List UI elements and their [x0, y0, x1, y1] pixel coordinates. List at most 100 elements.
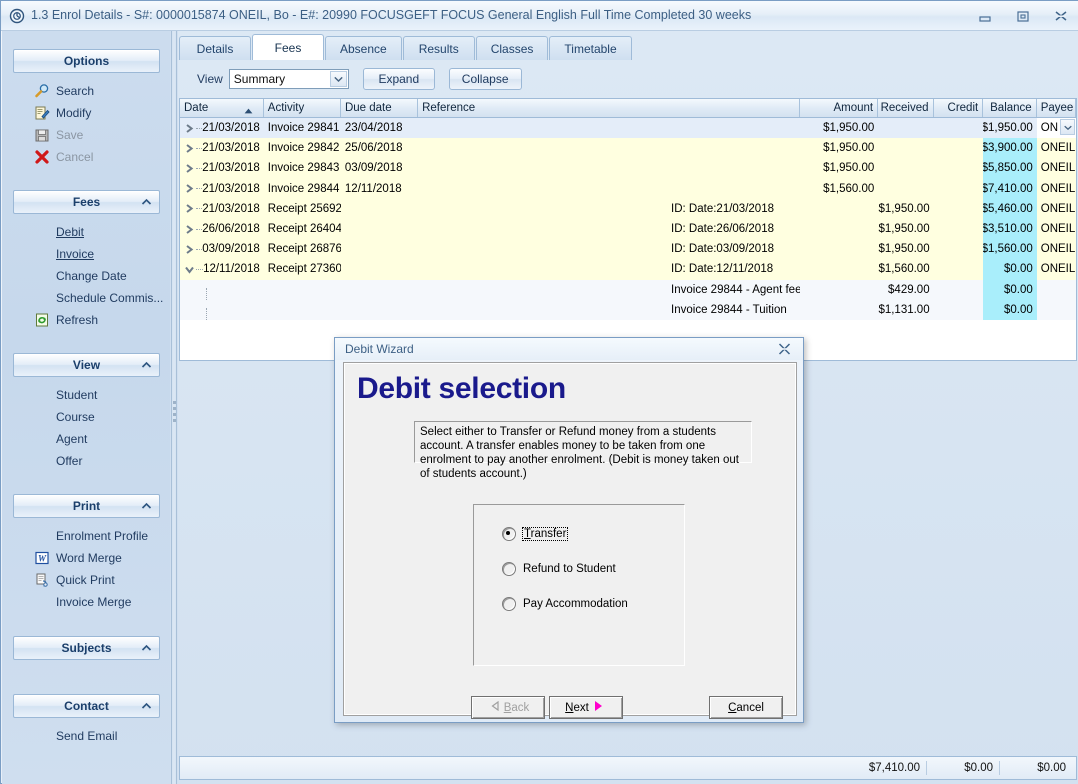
expand-button[interactable]: Expand	[363, 68, 435, 90]
cell-received	[878, 158, 933, 178]
expander-collapsed-icon[interactable]	[184, 204, 195, 213]
sidebar-item-modify[interactable]: Modify	[2, 102, 171, 124]
sidebar-item-invoice[interactable]: Invoice	[2, 243, 171, 265]
sidebar-item-enrolment-profile[interactable]: Enrolment Profile	[2, 525, 171, 547]
expander-collapsed-icon[interactable]	[184, 144, 195, 153]
panel-header-print[interactable]: Print	[13, 494, 160, 518]
sidebar-item-word-merge[interactable]: W Word Merge	[2, 547, 171, 569]
radio-button-indicator[interactable]	[502, 597, 516, 611]
table-row[interactable]: 21/03/2018 Invoice 29842 25/06/2018 $1,9…	[180, 138, 1076, 158]
cell-amount: $1,560.00	[800, 179, 878, 199]
chevron-up-icon[interactable]	[141, 642, 152, 656]
tab-fees[interactable]: Fees	[252, 34, 324, 60]
column-header-received[interactable]: Received	[878, 99, 933, 117]
column-header-date[interactable]: Date	[180, 99, 264, 117]
expander-collapsed-icon[interactable]	[184, 225, 195, 234]
expander-collapsed-icon[interactable]	[184, 245, 195, 254]
table-row[interactable]: 21/03/2018 Invoice 29844 12/11/2018 $1,5…	[180, 179, 1076, 199]
sidebar-item-agent[interactable]: Agent	[2, 428, 171, 450]
fees-grid[interactable]: Date Activity Due date Reference Amount …	[179, 98, 1077, 361]
table-row[interactable]: 26/06/2018 Receipt 26404 ID: Date:26/06/…	[180, 219, 1076, 239]
view-combo[interactable]: Summary	[229, 69, 349, 89]
splitter-line	[171, 31, 172, 784]
minimize-button[interactable]	[977, 9, 993, 23]
table-row[interactable]: Invoice 29844 - Agent fee $429.00 $0.00	[180, 280, 1076, 300]
expander-expanded-icon[interactable]	[184, 265, 195, 274]
cell-text: ID: Date:26/06/2018	[671, 223, 774, 235]
cell-payee[interactable]: ON	[1037, 118, 1076, 138]
panel-header-view[interactable]: View	[13, 353, 160, 377]
chevron-down-icon[interactable]	[1060, 119, 1075, 135]
column-header-amount[interactable]: Amount	[800, 99, 878, 117]
panel-header-contact[interactable]: Contact	[13, 694, 160, 718]
panel-title: Options	[64, 54, 109, 68]
expander-collapsed-icon[interactable]	[184, 164, 195, 173]
radio-button-indicator[interactable]	[502, 527, 516, 541]
splitter-grip[interactable]	[173, 401, 176, 427]
chevron-up-icon[interactable]	[141, 500, 152, 514]
sidebar-item-change-date[interactable]: Change Date	[2, 265, 171, 287]
sidebar-item-label: Cancel	[56, 150, 93, 164]
sidebar-item-search[interactable]: Search	[2, 80, 171, 102]
column-header-activity[interactable]: Activity	[264, 99, 341, 117]
back-button[interactable]: Back	[471, 696, 545, 719]
panel-header-subjects[interactable]: Subjects	[13, 636, 160, 660]
column-header-credit[interactable]: Credit	[934, 99, 984, 117]
maximize-button[interactable]	[1015, 9, 1031, 23]
panel-header-fees[interactable]: Fees	[13, 190, 160, 214]
expander-collapsed-icon[interactable]	[184, 124, 195, 133]
table-row[interactable]: 21/03/2018 Invoice 29841 23/04/2018 $1,9…	[180, 118, 1076, 138]
sidebar-item-cancel[interactable]: Cancel	[2, 146, 171, 168]
sidebar-item-save[interactable]: Save	[2, 124, 171, 146]
table-row[interactable]: 12/11/2018 Receipt 27360 ID: Date:12/11/…	[180, 259, 1076, 279]
chevron-up-icon[interactable]	[141, 700, 152, 714]
sidebar-item-schedule-commission[interactable]: Schedule Commis...	[2, 287, 171, 309]
sidebar-item-course[interactable]: Course	[2, 406, 171, 428]
column-label: Balance	[990, 102, 1032, 114]
tab-results[interactable]: Results	[403, 36, 475, 60]
table-row[interactable]: 21/03/2018 Invoice 29843 03/09/2018 $1,9…	[180, 158, 1076, 178]
column-header-reference[interactable]: Reference	[418, 99, 800, 117]
sidebar-item-send-email[interactable]: Send Email	[2, 725, 171, 747]
view-label: View	[197, 72, 223, 86]
sidebar-item-quick-print[interactable]: Quick Print	[2, 569, 171, 591]
sidebar-item-student[interactable]: Student	[2, 384, 171, 406]
table-row[interactable]: 03/09/2018 Receipt 26876 ID: Date:03/09/…	[180, 239, 1076, 259]
tab-classes[interactable]: Classes	[476, 36, 549, 60]
column-header-balance[interactable]: Balance	[983, 99, 1036, 117]
cell-amount: $1,950.00	[800, 158, 878, 178]
panel-header-options[interactable]: Options	[13, 49, 160, 73]
sidebar-item-invoice-merge[interactable]: Invoice Merge	[2, 591, 171, 613]
cell-received	[878, 118, 933, 138]
close-icon[interactable]	[778, 343, 791, 355]
cell-activity	[264, 280, 341, 300]
chevron-up-icon[interactable]	[141, 359, 152, 373]
table-row[interactable]: Invoice 29844 - Tuition $1,131.00 $0.00	[180, 300, 1076, 320]
chevron-up-icon[interactable]	[141, 55, 152, 69]
radio-transfer[interactable]: Transfer	[502, 527, 567, 541]
column-header-payee[interactable]: Payee	[1037, 99, 1076, 117]
expander-collapsed-icon[interactable]	[184, 184, 195, 193]
column-header-due-date[interactable]: Due date	[341, 99, 418, 117]
radio-refund-to-student[interactable]: Refund to Student	[502, 562, 616, 576]
sidebar-splitter[interactable]	[170, 31, 178, 784]
sort-asc-icon	[244, 105, 253, 117]
sidebar-item-offer[interactable]: Offer	[2, 450, 171, 472]
next-button[interactable]: Next	[549, 696, 623, 719]
radio-button-indicator[interactable]	[502, 562, 516, 576]
cell-amount	[800, 219, 878, 239]
chevron-up-icon[interactable]	[141, 196, 152, 210]
close-button[interactable]	[1053, 9, 1069, 23]
tab-timetable[interactable]: Timetable	[549, 36, 631, 60]
cell-payee: ONEIL,	[1037, 179, 1076, 199]
cancel-label: Cancel	[728, 702, 764, 714]
tab-absence[interactable]: Absence	[325, 36, 402, 60]
sidebar-item-debit[interactable]: Debit	[2, 221, 171, 243]
tab-details[interactable]: Details	[179, 36, 251, 60]
chevron-down-icon[interactable]	[330, 71, 347, 87]
collapse-button[interactable]: Collapse	[449, 68, 522, 90]
radio-pay-accommodation[interactable]: Pay Accommodation	[502, 597, 628, 611]
sidebar-item-refresh[interactable]: Refresh	[2, 309, 171, 331]
table-row[interactable]: 21/03/2018 Receipt 25692 ID: Date:21/03/…	[180, 199, 1076, 219]
cancel-button[interactable]: Cancel	[709, 696, 783, 719]
